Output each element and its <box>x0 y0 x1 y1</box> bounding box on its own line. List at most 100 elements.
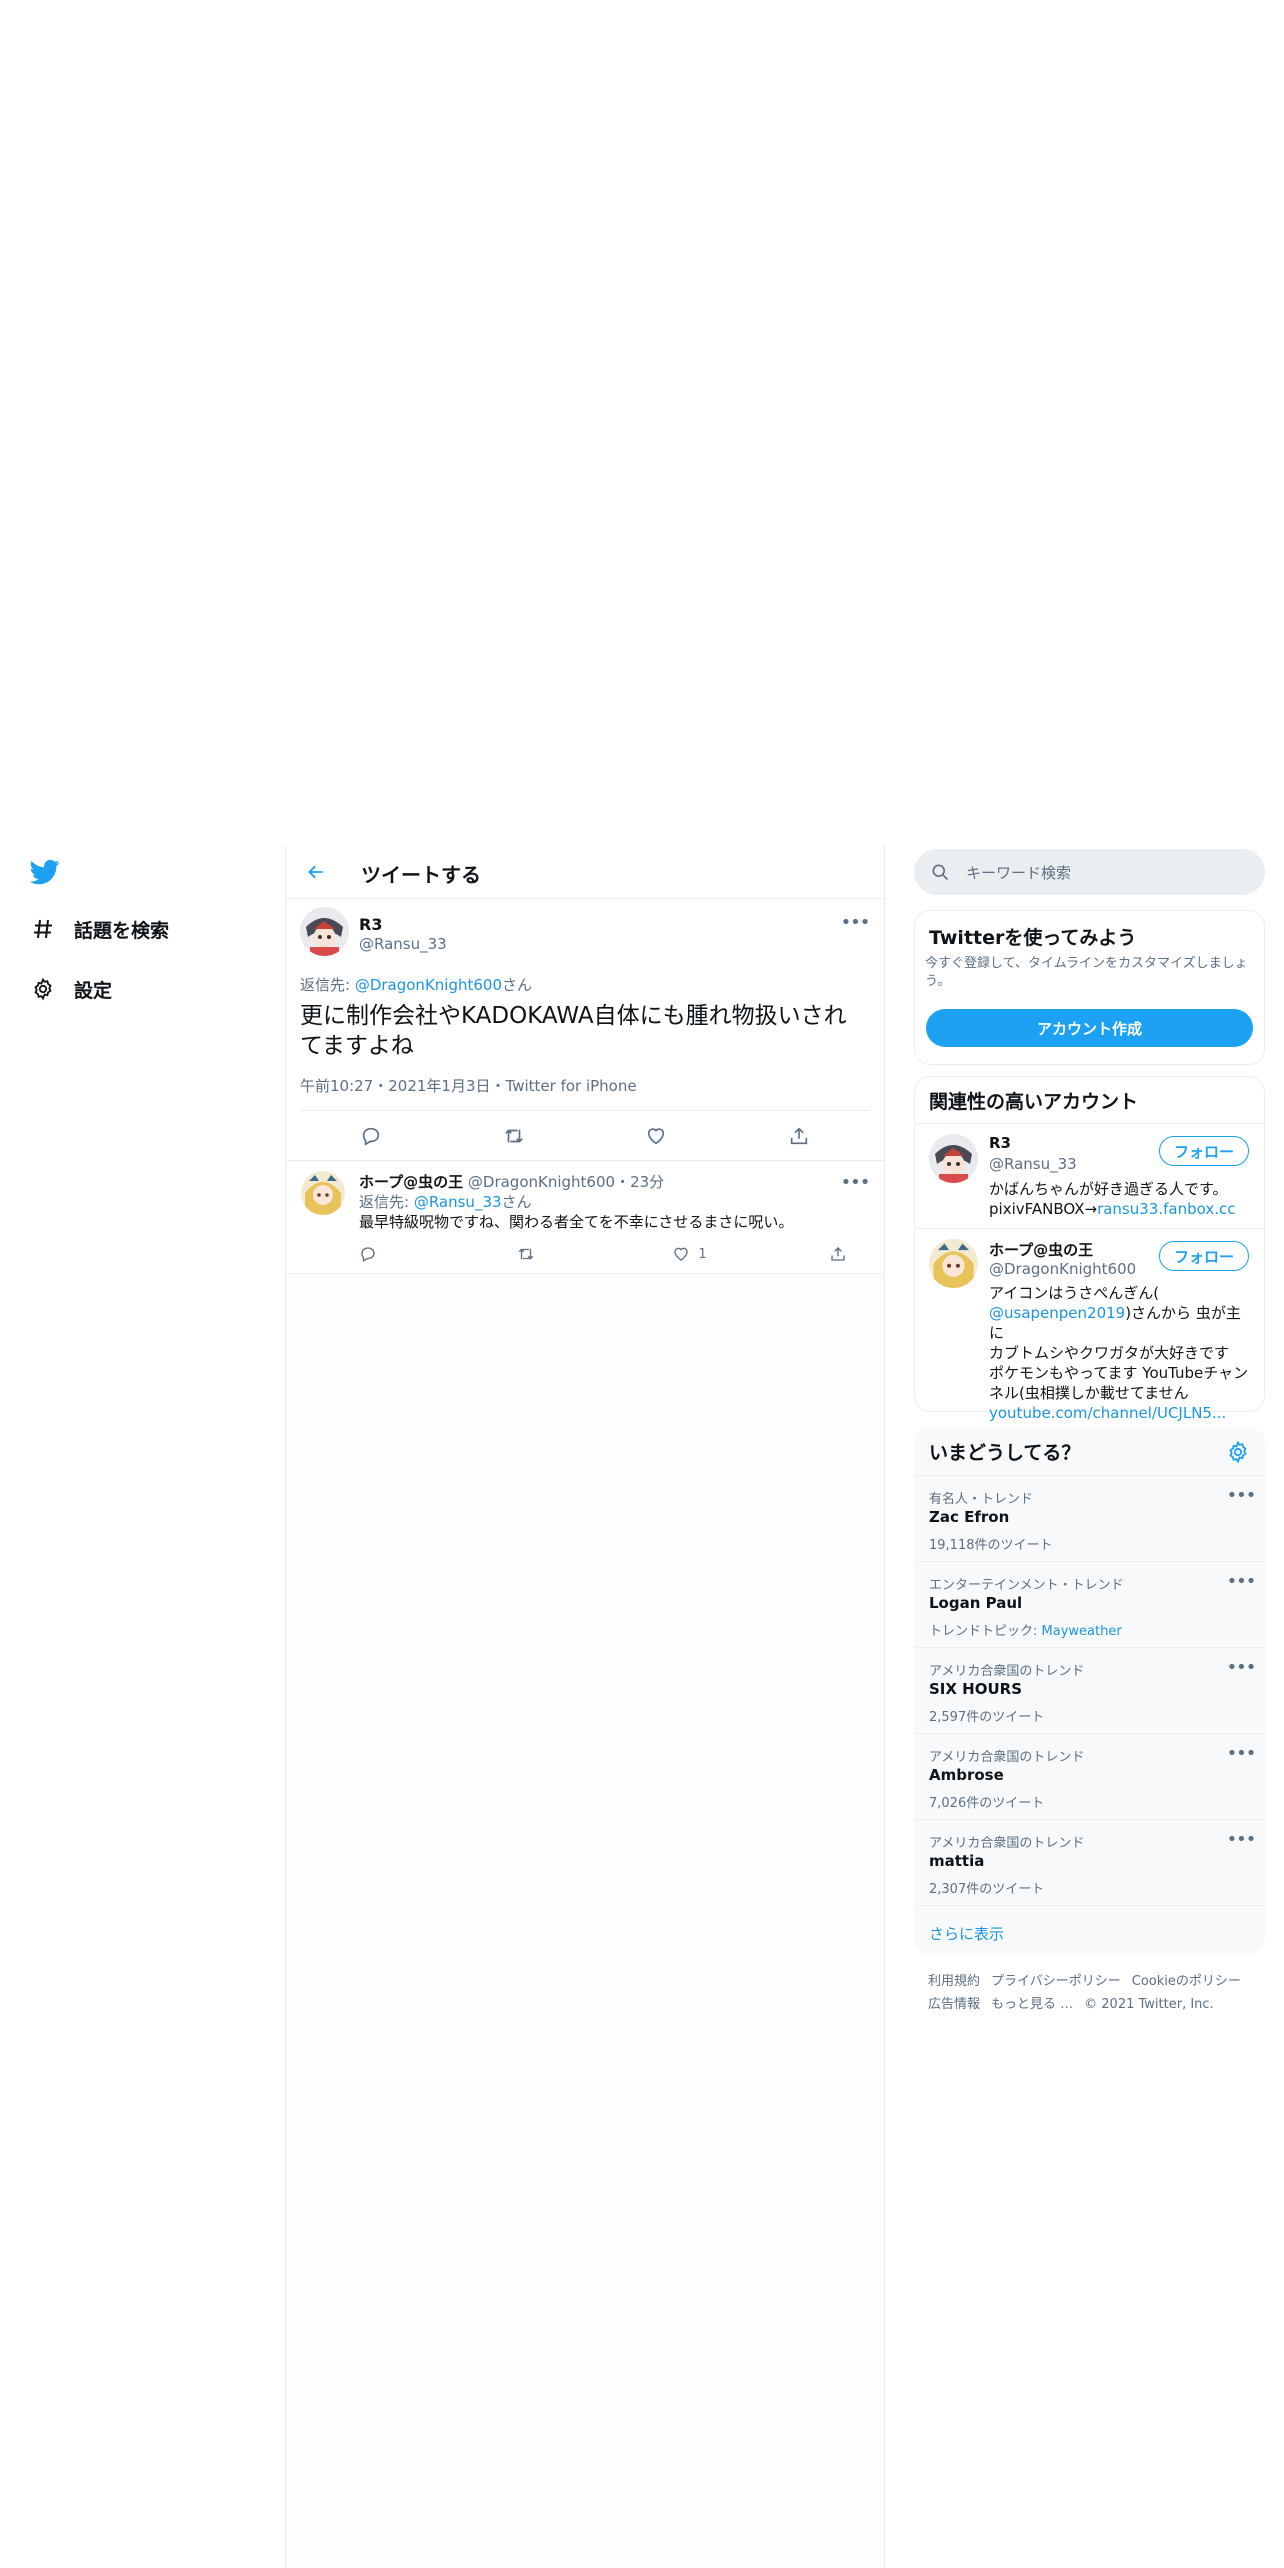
arrow-left-icon <box>308 865 323 879</box>
trend-context: エンターテインメント・トレンド <box>929 1578 1124 1593</box>
back-button[interactable] <box>300 856 332 888</box>
trend-count: 2,597件のツイート <box>929 1710 1045 1725</box>
like-button[interactable]: 1 <box>672 1241 772 1267</box>
share-icon <box>831 1247 845 1261</box>
like-count: 1 <box>698 1246 707 1262</box>
more-options-icon[interactable]: ••• <box>1226 1571 1257 1592</box>
tweet-date[interactable]: 2021年1月3日 <box>388 1077 490 1095</box>
trend-name: SIX HOURS <box>929 1680 1023 1698</box>
more-options-icon[interactable]: ••• <box>1226 1743 1257 1764</box>
footer-link-terms[interactable]: 利用規約 <box>928 1974 980 1989</box>
share-icon <box>790 1127 807 1145</box>
account-name[interactable]: R3 <box>989 1134 1011 1152</box>
bio-line: かばんちゃんが好き過ぎる人です。 <box>989 1180 1228 1198</box>
follow-button[interactable]: フォロー <box>1159 1241 1249 1271</box>
avatar[interactable] <box>929 1239 978 1288</box>
reply-button[interactable] <box>351 1118 391 1154</box>
footer-link-more[interactable]: もっと見る … <box>991 1997 1073 2012</box>
reply-icon <box>361 1247 375 1262</box>
reply-context: 返信先: @DragonKnight600さん <box>300 974 532 995</box>
more-options-icon[interactable]: ••• <box>840 1172 871 1193</box>
signup-card: Twitterを使ってみよう 今すぐ登録して、タイムラインをカスタマイズしましょ… <box>914 910 1265 1065</box>
avatar[interactable] <box>301 1171 345 1215</box>
avatar[interactable] <box>929 1134 978 1183</box>
more-options-icon[interactable]: ••• <box>1226 1829 1257 1850</box>
account-handle[interactable]: @Ransu_33 <box>989 1155 1077 1173</box>
copyright: © 2021 Twitter, Inc. <box>1084 1997 1214 2012</box>
retweet-button[interactable] <box>516 1241 616 1267</box>
reply-suffix: さん <box>502 976 533 994</box>
trend-topic-link[interactable]: Mayweather <box>1042 1624 1122 1639</box>
bio-mention-link[interactable]: @usapenpen2019 <box>989 1304 1125 1322</box>
search-placeholder: キーワード検索 <box>966 863 1072 882</box>
bio-line: youtube.com/channel/UCJLN5... <box>989 1403 1254 1423</box>
page-title: ツイートする <box>361 863 481 887</box>
author-handle[interactable]: @DragonKnight600 <box>468 1173 615 1191</box>
signup-title: Twitterを使ってみよう <box>929 927 1137 949</box>
trend-count: 2,307件のツイート <box>929 1882 1045 1897</box>
search-input[interactable]: キーワード検索 <box>914 849 1265 895</box>
tweet-metadata: 午前10:27・2021年1月3日・Twitter for iPhone <box>300 1075 637 1096</box>
trend-item[interactable]: エンターテインメント・トレンド Logan Paul トレンドトピック: May… <box>915 1561 1264 1648</box>
tweet-text: 更に制作会社やKADOKAWA自体にも腫れ物扱いされてますよね <box>300 1003 847 1059</box>
related-account[interactable]: ホープ@虫の王 @DragonKnight600 フォロー アイコンはうさぺんぎ… <box>915 1229 1264 1422</box>
retweet-button[interactable] <box>494 1118 534 1154</box>
follow-button[interactable]: フォロー <box>1159 1136 1249 1166</box>
reply-to-link[interactable]: @Ransu_33 <box>414 1193 502 1211</box>
nav-item-explore[interactable]: 話題を検索 <box>26 909 169 949</box>
reply-button[interactable] <box>359 1241 459 1267</box>
share-button[interactable] <box>829 1241 859 1267</box>
focused-tweet: R3 @Ransu_33 ••• 返信先: @DragonKnight600さん… <box>286 899 884 1161</box>
separator: ・ <box>615 1173 631 1191</box>
reply-context: 返信先: @Ransu_33さん <box>359 1191 532 1212</box>
related-accounts-title: 関連性の高いアカウント <box>929 1091 1139 1113</box>
tweet-time[interactable]: 午前10:27 <box>300 1077 373 1095</box>
heart-icon <box>648 1128 665 1145</box>
trend-item[interactable]: アメリカ合衆国のトレンド SIX HOURS 2,597件のツイート ••• <box>915 1647 1264 1734</box>
author-name[interactable]: R3 <box>359 915 382 934</box>
gear-icon <box>26 972 60 1006</box>
account-handle[interactable]: @DragonKnight600 <box>989 1260 1136 1278</box>
trends-card: いまどうしてる？ 有名人・トレンド Zac Efron 19,118件のツイート… <box>914 1427 1265 1955</box>
footer-link-ads[interactable]: 広告情報 <box>928 1997 980 2012</box>
bio-url-link[interactable]: youtube.com/channel/UCJLN5... <box>989 1404 1226 1422</box>
search-icon <box>932 864 949 881</box>
twitter-logo-icon[interactable] <box>28 857 62 887</box>
nav-item-label: 話題を検索 <box>74 919 170 942</box>
author-handle[interactable]: @Ransu_33 <box>359 935 447 953</box>
footer-link-privacy[interactable]: プライバシーポリシー <box>991 1974 1121 1989</box>
nav-item-settings[interactable]: 設定 <box>26 969 112 1009</box>
reply-tweet[interactable]: ホープ@虫の王 @DragonKnight600・23分 ••• 返信先: @R… <box>286 1161 884 1274</box>
bio-line: ネル(虫相撲しか載せてません <box>989 1384 1189 1402</box>
trend-topic-prefix: トレンドトピック: <box>929 1624 1042 1639</box>
bio-line: pixivFANBOX→ransu33.fanbox.cc <box>989 1199 1254 1219</box>
more-options-icon[interactable]: ••• <box>1226 1657 1257 1678</box>
trends-settings-gear-icon[interactable] <box>1226 1440 1250 1464</box>
trend-name: Ambrose <box>929 1766 1004 1784</box>
trend-context: アメリカ合衆国のトレンド <box>929 1664 1085 1679</box>
reply-header: ホープ@虫の王 @DragonKnight600・23分 <box>359 1171 664 1192</box>
trend-count: 7,026件のツイート <box>929 1796 1045 1811</box>
trend-item[interactable]: アメリカ合衆国のトレンド mattia 2,307件のツイート ••• <box>915 1819 1264 1906</box>
trend-item[interactable]: アメリカ合衆国のトレンド Ambrose 7,026件のツイート ••• <box>915 1733 1264 1820</box>
create-account-button[interactable]: アカウント作成 <box>926 1009 1253 1047</box>
tweet-source[interactable]: Twitter for iPhone <box>506 1077 637 1095</box>
footer-link-cookies[interactable]: Cookieのポリシー <box>1132 1974 1241 1989</box>
account-name[interactable]: ホープ@虫の王 <box>989 1239 1093 1260</box>
more-options-icon[interactable]: ••• <box>840 912 871 933</box>
like-button[interactable] <box>636 1118 676 1154</box>
reply-to-link[interactable]: @DragonKnight600 <box>355 976 502 994</box>
trend-topic: トレンドトピック: Mayweather <box>929 1620 1122 1639</box>
tweet-time[interactable]: 23分 <box>630 1173 664 1191</box>
tweet-actions <box>300 1110 870 1161</box>
more-options-icon[interactable]: ••• <box>1226 1485 1257 1506</box>
reply-suffix: さん <box>501 1193 532 1211</box>
related-account[interactable]: R3 @Ransu_33 フォロー かばんちゃんが好き過ぎる人です。 pixiv… <box>915 1124 1264 1228</box>
show-more-link[interactable]: さらに表示 <box>929 1923 1004 1944</box>
separator: ・ <box>373 1077 389 1095</box>
trend-item[interactable]: 有名人・トレンド Zac Efron 19,118件のツイート ••• <box>915 1475 1264 1562</box>
share-button[interactable] <box>779 1118 819 1154</box>
avatar[interactable] <box>300 907 349 956</box>
bio-link[interactable]: ransu33.fanbox.cc <box>1097 1200 1235 1218</box>
author-name[interactable]: ホープ@虫の王 <box>359 1173 463 1191</box>
